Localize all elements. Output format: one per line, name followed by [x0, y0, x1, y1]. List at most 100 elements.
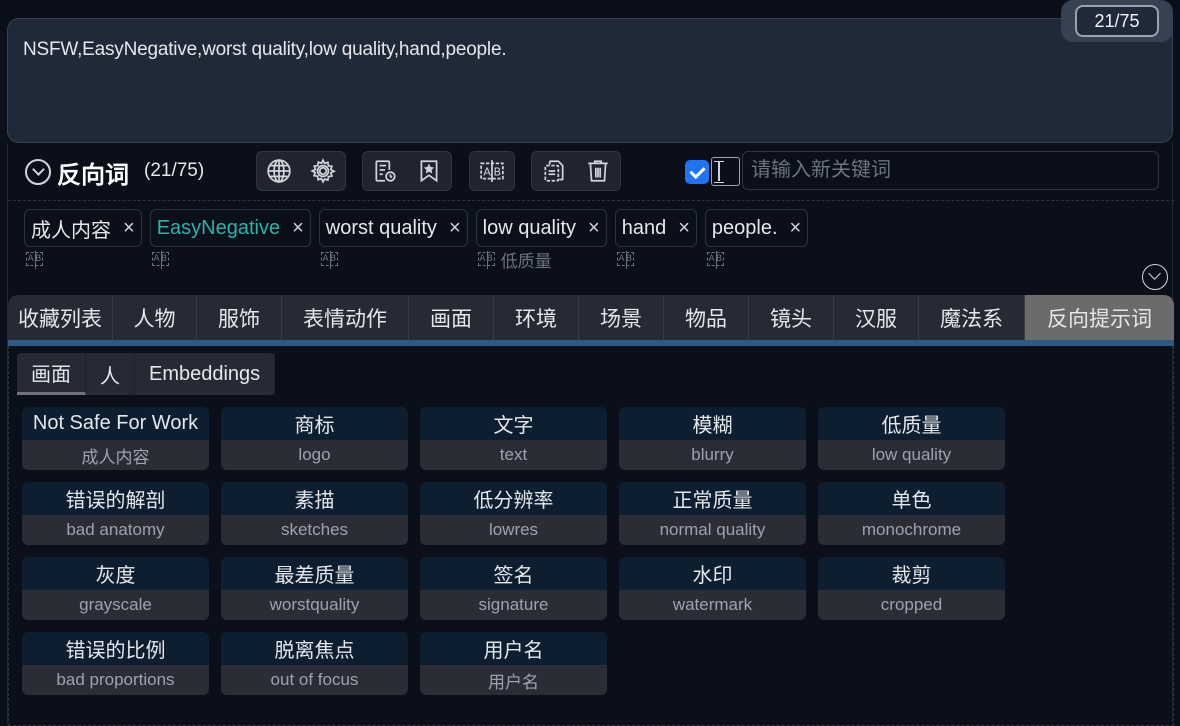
category-tab[interactable]: 镜头 [749, 295, 834, 340]
card-subtitle: cropped [818, 590, 1005, 620]
category-tab[interactable]: 人物 [113, 295, 197, 340]
expand-chevron-icon[interactable] [1142, 264, 1168, 290]
category-tab[interactable]: 环境 [494, 295, 579, 340]
copy-button[interactable] [532, 152, 576, 190]
delete-button[interactable] [576, 152, 620, 190]
tag-translation-row: AB [151, 247, 311, 271]
card-subtitle: watermark [619, 590, 806, 620]
keyword-card[interactable]: 低质量 low quality [818, 407, 1005, 470]
ab-translate-icon[interactable]: AB [151, 251, 169, 269]
category-tabs: 收藏列表 人物 服饰 表情动作 画面 环境 场景 物品 镜头 汉服 魔法系 反向提示词 [8, 295, 1174, 340]
prompt-text[interactable]: NSFW,EasyNegative,worst quality,low qual… [23, 39, 507, 61]
translate-all-group: AB [469, 151, 515, 191]
keyword-card[interactable]: 文字 text [420, 407, 607, 470]
card-title: 素描 [221, 482, 408, 515]
keyword-card[interactable]: Not Safe For Work 成人内容 [22, 407, 209, 470]
card-subtitle: low quality [818, 440, 1005, 470]
keyword-card[interactable]: 水印 watermark [619, 557, 806, 620]
translate-settings-group [256, 151, 346, 191]
card-subtitle: monochrome [818, 515, 1005, 545]
keyword-card[interactable]: 单色 monochrome [818, 482, 1005, 545]
tag-translation-row: AB [320, 247, 468, 271]
tag-label[interactable]: 成人内容 [31, 214, 111, 243]
copy-delete-group [531, 151, 621, 191]
keyword-card[interactable]: 错误的比例 bad proportions [22, 632, 209, 695]
card-title: 最差质量 [221, 557, 408, 590]
card-subtitle: grayscale [22, 590, 209, 620]
keyword-card[interactable]: 用户名 用户名 [420, 632, 607, 695]
tag-label[interactable]: EasyNegative [157, 217, 280, 240]
category-tab[interactable]: 反向提示词 [1025, 295, 1174, 340]
card-title: 单色 [818, 482, 1005, 515]
category-tab[interactable]: 收藏列表 [8, 295, 113, 340]
tag-chip[interactable]: low quality × [475, 209, 607, 247]
card-subtitle: out of focus [221, 665, 408, 695]
category-tab[interactable]: 物品 [664, 295, 749, 340]
text-cursor-icon[interactable] [711, 157, 740, 186]
keyword-card[interactable]: 脱离焦点 out of focus [221, 632, 408, 695]
tag-label[interactable]: hand [622, 217, 667, 240]
card-subtitle: bad proportions [22, 665, 209, 695]
ab-translate-icon[interactable]: AB [320, 251, 338, 269]
close-icon[interactable]: × [449, 217, 461, 240]
tag-item: low quality × AB 低质量 [475, 209, 607, 271]
close-icon[interactable]: × [678, 217, 690, 240]
tag-chip[interactable]: EasyNegative × [149, 209, 311, 247]
prompt-textarea[interactable]: NSFW,EasyNegative,worst quality,low qual… [7, 18, 1173, 143]
translate-all-button[interactable]: AB [470, 152, 514, 190]
card-title: Not Safe For Work [22, 407, 209, 440]
translate-button[interactable] [257, 152, 301, 190]
keyword-card[interactable]: 模糊 blurry [619, 407, 806, 470]
history-button[interactable] [363, 152, 407, 190]
card-title: 裁剪 [818, 557, 1005, 590]
card-subtitle: sketches [221, 515, 408, 545]
close-icon[interactable]: × [123, 217, 135, 240]
sub-tab[interactable]: 人 [86, 353, 135, 395]
ab-translate-icon[interactable]: AB [616, 251, 634, 269]
keyword-card[interactable]: 素描 sketches [221, 482, 408, 545]
category-tab[interactable]: 汉服 [834, 295, 919, 340]
card-subtitle: worstquality [221, 590, 408, 620]
keyword-card[interactable]: 正常质量 normal quality [619, 482, 806, 545]
svg-text:A: A [483, 165, 491, 178]
category-tab[interactable]: 场景 [579, 295, 664, 340]
close-icon[interactable]: × [588, 217, 600, 240]
enable-checkbox[interactable] [685, 160, 709, 184]
tag-chip[interactable]: people. × [704, 209, 809, 247]
ab-icon-b: B [625, 254, 633, 264]
tag-chip[interactable]: hand × [614, 209, 697, 247]
tag-chip[interactable]: 成人内容 × [24, 209, 142, 247]
tag-label[interactable]: worst quality [326, 217, 437, 240]
sub-tab[interactable]: Embeddings [135, 353, 276, 395]
keyword-card[interactable]: 裁剪 cropped [818, 557, 1005, 620]
tag-chip[interactable]: worst quality × [318, 209, 468, 247]
card-title: 用户名 [420, 632, 607, 665]
keyword-card[interactable]: 商标 logo [221, 407, 408, 470]
ab-translate-icon[interactable]: AB [706, 251, 724, 269]
keyword-card[interactable]: 最差质量 worstquality [221, 557, 408, 620]
close-icon[interactable]: × [790, 217, 802, 240]
collapse-chevron-icon[interactable] [25, 159, 51, 185]
category-tab[interactable]: 魔法系 [919, 295, 1025, 340]
category-tab[interactable]: 表情动作 [282, 295, 409, 340]
keyword-card[interactable]: 错误的解剖 bad anatomy [22, 482, 209, 545]
card-title: 正常质量 [619, 482, 806, 515]
favorites-button[interactable] [407, 152, 451, 190]
new-keyword-input[interactable] [742, 151, 1159, 190]
panel-title: 反向词 [57, 162, 129, 189]
sub-tab[interactable]: 画面 [17, 353, 86, 395]
category-tab[interactable]: 画面 [409, 295, 494, 340]
settings-button[interactable] [301, 152, 345, 190]
ab-translate-icon[interactable]: AB [26, 251, 43, 269]
card-subtitle: text [420, 440, 607, 470]
category-tab[interactable]: 服饰 [197, 295, 282, 340]
card-subtitle: logo [221, 440, 408, 470]
keyword-card[interactable]: 签名 signature [420, 557, 607, 620]
tag-label[interactable]: people. [712, 217, 778, 240]
history-favorites-group [362, 151, 452, 191]
close-icon[interactable]: × [292, 217, 304, 240]
keyword-card[interactable]: 灰度 grayscale [22, 557, 209, 620]
ab-translate-icon[interactable]: AB [477, 251, 495, 269]
tag-label[interactable]: low quality [483, 217, 576, 240]
keyword-card[interactable]: 低分辨率 lowres [420, 482, 607, 545]
